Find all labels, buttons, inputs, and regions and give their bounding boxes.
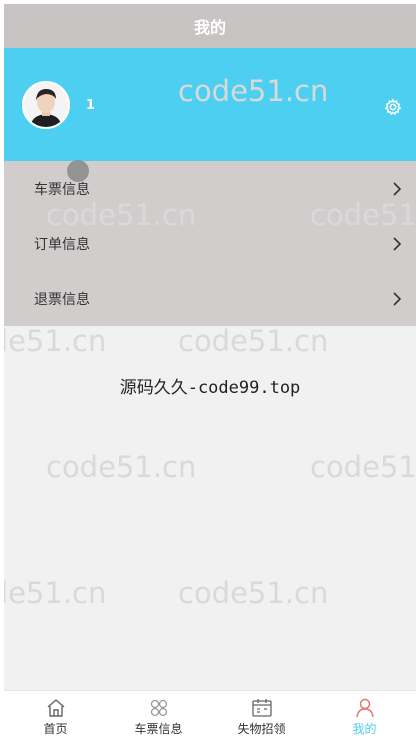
home-icon (47, 699, 64, 717)
page-header: 我的 (4, 4, 416, 48)
profile-banner: 1 (4, 48, 416, 161)
menu-item-refund-info[interactable]: 退票信息 (4, 271, 416, 326)
page-title: 我的 (193, 18, 226, 37)
touch-indicator (67, 160, 89, 182)
watermark: code51.cn (310, 450, 416, 484)
menu-item-ticket-info[interactable]: 车票信息 (4, 161, 416, 216)
app-screen: 我的 1 车票信息 订单信息 退票信息 源码久久-code99.top code… (4, 4, 416, 744)
calendar-icon (251, 699, 272, 717)
tab-mine[interactable]: 我的 (313, 691, 416, 744)
watermark: code51.cn (178, 324, 329, 358)
avatar-image (24, 83, 68, 127)
menu-item-label: 订单信息 (34, 236, 90, 253)
tab-label: 首页 (43, 722, 68, 736)
watermark: code51.cn (46, 450, 197, 484)
watermark: code51.cn (4, 576, 107, 610)
username: 1 (86, 98, 96, 113)
tab-label: 失物招领 (237, 722, 286, 736)
watermark: code51.cn (4, 324, 107, 358)
menu-item-order-info[interactable]: 订单信息 (4, 216, 416, 271)
chevron-right-icon (393, 291, 402, 306)
brand-text: 源码久久-code99.top (119, 378, 301, 398)
tab-label: 我的 (352, 722, 377, 736)
tab-home[interactable]: 首页 (4, 691, 107, 744)
tab-label: 车票信息 (134, 722, 183, 736)
avatar[interactable] (22, 81, 70, 129)
watermark: code51.cn (178, 576, 329, 610)
chevron-right-icon (393, 181, 402, 196)
menu-item-label: 退票信息 (34, 291, 90, 308)
tab-lost-and-found[interactable]: 失物招领 (210, 691, 313, 744)
bottom-tab-bar: 首页 车票信息 失物招领 我的 (4, 690, 416, 744)
menu-item-label: 车票信息 (34, 181, 90, 198)
chevron-right-icon (393, 236, 402, 251)
user-icon (355, 698, 374, 718)
screen-edge (0, 0, 4, 744)
grid-icon (150, 699, 167, 717)
tab-ticket-info[interactable]: 车票信息 (107, 691, 210, 744)
screen-edge (0, 0, 416, 4)
menu-list: 车票信息 订单信息 退票信息 (4, 161, 416, 326)
gear-icon[interactable] (384, 98, 402, 116)
